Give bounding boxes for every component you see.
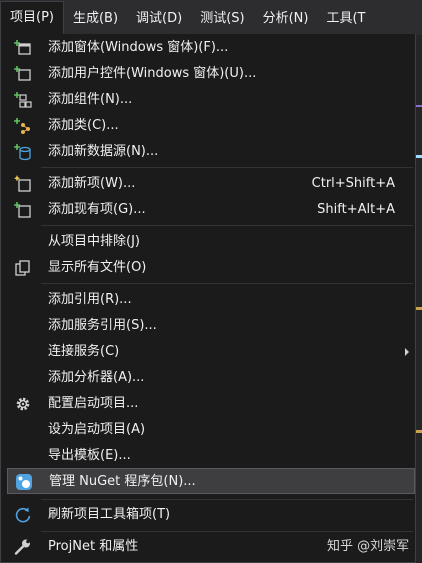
- menu-item-add-user-control[interactable]: 添加用户控件(Windows 窗体)(U)...: [7, 61, 415, 87]
- class-add-icon: [14, 118, 30, 134]
- menu-item-label: 配置启动项目...: [48, 396, 139, 411]
- nuget-icon: [16, 474, 32, 490]
- menu-item-add-analyzer[interactable]: 添加分析器(A)...: [7, 365, 415, 391]
- menu-analyze[interactable]: 分析(N): [254, 2, 318, 35]
- wrench-icon: [14, 539, 30, 555]
- menu-item-add-reference[interactable]: 添加引用(R)...: [7, 287, 415, 313]
- new-item-icon: [14, 175, 31, 192]
- menu-item-manage-nuget[interactable]: 管理 NuGet 程序包(N)...: [7, 468, 415, 494]
- data-source-add-icon: [14, 144, 31, 161]
- menu-item-export-template[interactable]: 导出模板(E)...: [7, 443, 415, 469]
- menu-item-label: 从项目中排除(J): [48, 234, 140, 249]
- menu-item-label: 添加类(C)...: [48, 118, 119, 133]
- project-menu-dropdown: 添加窗体(Windows 窗体)(F)... 添加用户控件(Windows 窗体…: [0, 34, 416, 563]
- menu-item-connected-services[interactable]: 连接服务(C): [7, 339, 415, 365]
- editor-mark: [416, 155, 422, 158]
- menu-separator: [41, 225, 413, 226]
- menu-separator: [41, 531, 413, 532]
- menu-item-add-existing-item[interactable]: 添加现有项(G)... Shift+Alt+A: [7, 197, 415, 223]
- menu-test[interactable]: 测试(S): [191, 2, 253, 35]
- menu-item-add-service-reference[interactable]: 添加服务引用(S)...: [7, 313, 415, 339]
- menu-tools[interactable]: 工具(T: [317, 2, 374, 35]
- menu-item-label: 连接服务(C): [48, 344, 120, 359]
- user-control-add-icon: [14, 66, 31, 81]
- menu-item-shortcut: Shift+Alt+A: [317, 202, 395, 217]
- watermark: 知乎 @刘崇军: [327, 539, 410, 554]
- menu-build[interactable]: 生成(B): [64, 2, 127, 35]
- menu-item-label: ProjNet 和属性: [48, 539, 139, 554]
- menu-item-add-component[interactable]: 添加组件(N)...: [7, 87, 415, 113]
- menu-separator: [41, 283, 413, 284]
- menu-separator: [41, 499, 413, 500]
- menu-item-add-form[interactable]: 添加窗体(Windows 窗体)(F)...: [7, 35, 415, 61]
- show-all-files-icon: [15, 260, 30, 276]
- menu-item-label: 添加新数据源(N)...: [48, 144, 159, 159]
- menu-item-add-data-source[interactable]: 添加新数据源(N)...: [7, 139, 415, 165]
- menu-item-configure-startup[interactable]: 配置启动项目...: [7, 391, 415, 417]
- menu-item-label: 管理 NuGet 程序包(N)...: [49, 474, 196, 489]
- menu-item-label: 添加分析器(A)...: [48, 370, 145, 385]
- refresh-icon: [15, 507, 31, 523]
- menu-item-label: 导出模板(E)...: [48, 448, 131, 463]
- editor-background-strip: [416, 35, 422, 563]
- menu-item-label: 添加窗体(Windows 窗体)(F)...: [48, 40, 229, 55]
- component-add-icon: [14, 92, 32, 108]
- menu-item-label: 添加服务引用(S)...: [48, 318, 157, 333]
- menu-item-exclude-from-project[interactable]: 从项目中排除(J): [7, 229, 415, 255]
- menu-item-label: 刷新项目工具箱项(T): [48, 507, 171, 522]
- editor-mark: [416, 105, 422, 107]
- menu-item-add-class[interactable]: 添加类(C)...: [7, 113, 415, 139]
- menu-separator: [41, 167, 413, 168]
- submenu-arrow-icon: [405, 348, 409, 356]
- menu-item-label: 显示所有文件(O): [48, 260, 147, 275]
- menu-item-label: 添加组件(N)...: [48, 92, 133, 107]
- editor-mark: [416, 307, 422, 310]
- menu-item-label: 添加引用(R)...: [48, 292, 132, 307]
- menu-item-show-all-files[interactable]: 显示所有文件(O): [7, 255, 415, 281]
- gear-icon: [16, 397, 30, 411]
- menu-item-label: 添加现有项(G)...: [48, 202, 146, 217]
- menu-item-label: 添加用户控件(Windows 窗体)(U)...: [48, 66, 257, 81]
- menu-project[interactable]: 项目(P): [0, 1, 64, 35]
- menu-item-refresh-toolbox[interactable]: 刷新项目工具箱项(T): [7, 502, 415, 528]
- existing-item-icon: [14, 202, 31, 218]
- menu-item-set-startup[interactable]: 设为启动项目(A): [7, 417, 415, 443]
- menu-bar: 项目(P) 生成(B) 调试(D) 测试(S) 分析(N) 工具(T: [0, 0, 422, 35]
- editor-mark: [416, 430, 422, 433]
- menu-item-add-new-item[interactable]: 添加新项(W)... Ctrl+Shift+A: [7, 171, 415, 197]
- menu-item-shortcut: Ctrl+Shift+A: [311, 176, 395, 191]
- menu-item-label: 设为启动项目(A): [48, 422, 146, 437]
- menu-debug[interactable]: 调试(D): [127, 2, 191, 35]
- form-add-icon: [14, 40, 31, 55]
- menu-item-label: 添加新项(W)...: [48, 176, 136, 191]
